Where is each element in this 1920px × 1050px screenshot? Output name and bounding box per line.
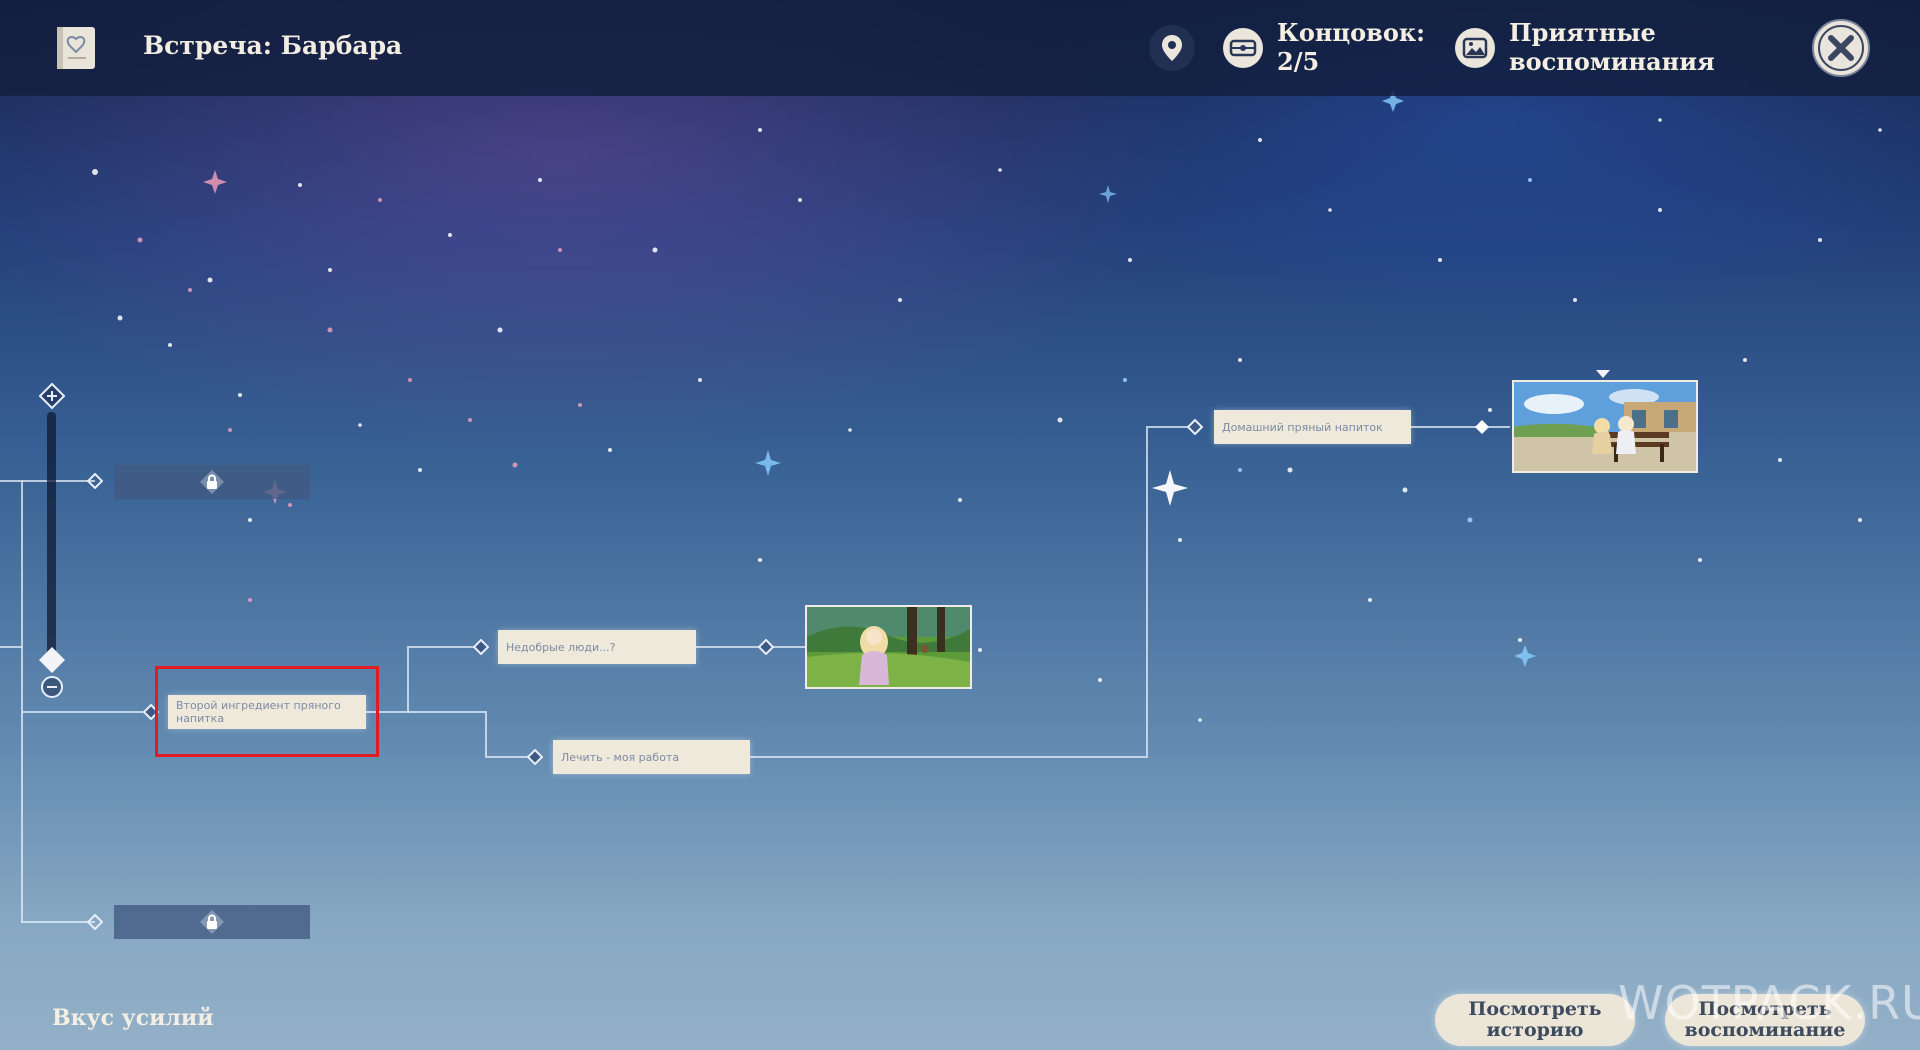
memories-label: Приятные воспоминания [1509, 18, 1715, 76]
locked-branch-top[interactable] [114, 465, 310, 499]
node-homemade-spicy-drink[interactable]: Домашний пряный напиток [1214, 410, 1411, 444]
view-story-button[interactable]: Посмотреть историю [1435, 994, 1635, 1046]
memory-thumbnail-forest[interactable] [805, 605, 972, 689]
diamond-node-icon [87, 473, 103, 489]
diamond-node-icon [1475, 420, 1489, 434]
watermark: WOTPACK.RU [1618, 976, 1920, 1030]
current-position-marker-icon [1596, 370, 1610, 378]
memory-image-icon [1455, 28, 1495, 68]
zoom-slider-handle[interactable] [38, 646, 66, 674]
lock-icon [200, 910, 224, 934]
endings-counter: Концовок: 2/5 [1277, 18, 1425, 76]
zoom-out-icon[interactable] [38, 673, 66, 701]
node-healing-is-my-job[interactable]: Лечить - моя работа [553, 740, 750, 774]
hangout-event-screen: Встреча: Барбара Концовок: 2/5 Приятные … [0, 0, 1920, 1050]
locked-branch-bottom[interactable] [114, 905, 310, 939]
page-title: Встреча: Барбара [143, 31, 403, 60]
book-icon [57, 27, 95, 69]
close-icon[interactable] [1811, 18, 1871, 78]
diamond-node-icon [758, 639, 774, 655]
top-bar: Встреча: Барбара Концовок: 2/5 Приятные … [0, 0, 1920, 96]
diamond-node-icon [473, 639, 489, 655]
diamond-node-icon [527, 749, 543, 765]
diamond-node-icon [87, 914, 103, 930]
route-name: Вкус усилий [52, 1005, 214, 1031]
highlight-box [155, 666, 379, 757]
zoom-in-icon[interactable] [38, 382, 66, 410]
endings-label: Концовок: [1277, 18, 1426, 47]
ending-icon [1223, 28, 1263, 68]
lock-icon [200, 470, 224, 494]
memory-thumbnail-bench[interactable] [1512, 380, 1698, 473]
map-pin-icon [1162, 35, 1182, 61]
endings-count: 2/5 [1277, 47, 1320, 76]
node-unkind-people[interactable]: Недобрые люди...? [498, 630, 696, 664]
diamond-node-icon [1187, 419, 1203, 435]
branch-connectors [0, 426, 1510, 923]
map-location-button[interactable] [1149, 25, 1195, 71]
zoom-slider-track[interactable] [47, 412, 56, 662]
